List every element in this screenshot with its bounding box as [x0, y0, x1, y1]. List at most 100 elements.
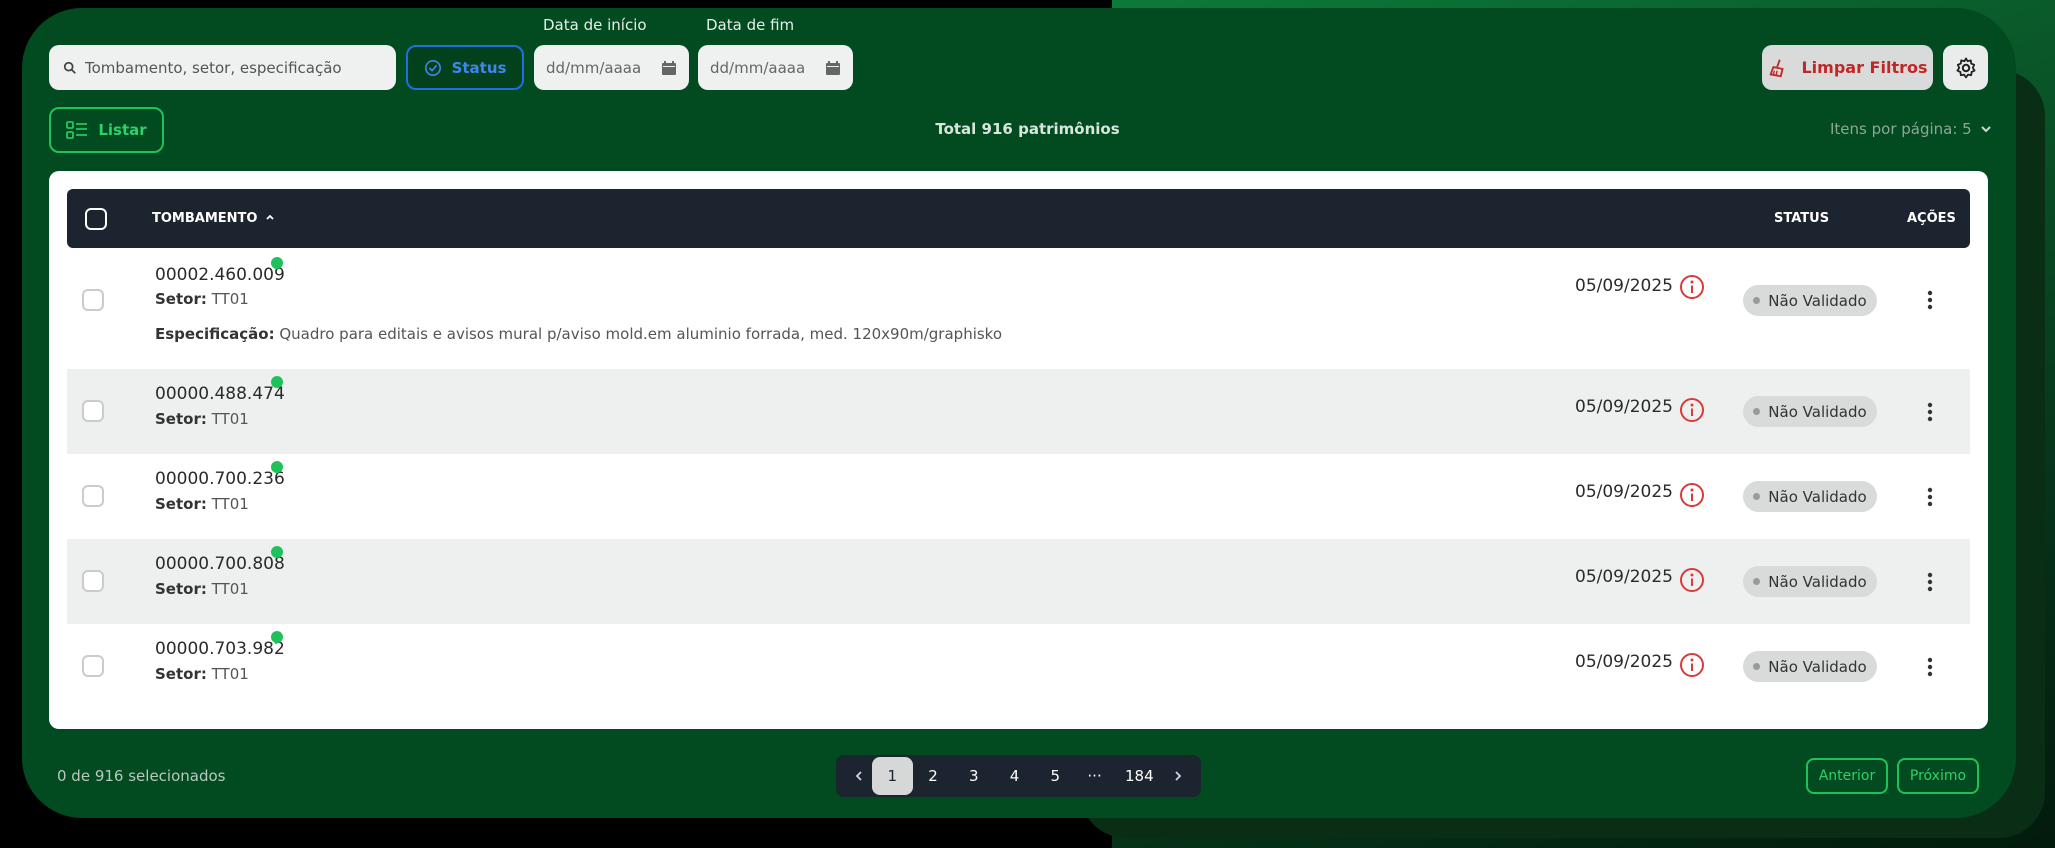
setor-value: TT01: [211, 290, 249, 308]
row-tombamento: 00000.703.982: [155, 639, 285, 659]
setor-label: Setor:: [155, 665, 207, 683]
row-date: 05/09/2025: [1575, 652, 1673, 672]
page-ellipsis: ···: [1087, 767, 1102, 785]
table-row[interactable]: 00000.703.982 Setor: TT01 05/09/2025 Não…: [67, 624, 1970, 709]
row-checkbox[interactable]: [82, 655, 104, 677]
chevron-right-icon: [1175, 771, 1182, 781]
header-tombamento-label: TOMBAMENTO: [152, 211, 258, 226]
badge-dot: [1753, 663, 1761, 670]
clear-filters-label: Limpar Filtros: [1801, 58, 1928, 77]
calendar-icon[interactable]: [661, 60, 677, 76]
pagination-prev[interactable]: [846, 757, 872, 795]
setor-value: TT01: [211, 410, 249, 428]
status-badge: Não Validado: [1743, 285, 1877, 316]
table-row[interactable]: 00000.700.808 Setor: TT01 05/09/2025 Não…: [67, 539, 1970, 624]
status-dot: [271, 546, 283, 558]
row-setor: Setor: TT01: [155, 495, 249, 513]
previous-button[interactable]: Anterior: [1806, 758, 1888, 794]
calendar-icon[interactable]: [825, 60, 841, 76]
date-start-input[interactable]: dd/mm/aaaa: [534, 45, 689, 90]
total-count: Total 916 patrimônios: [935, 120, 1120, 138]
items-per-page-select[interactable]: Itens por página: 5: [1830, 120, 1992, 138]
date-start-placeholder: dd/mm/aaaa: [546, 58, 642, 77]
chevron-down-icon: [1981, 126, 1991, 133]
table-row[interactable]: 00000.700.236 Setor: TT01 05/09/2025 Não…: [67, 454, 1970, 539]
header-actions: AÇÕES: [1907, 211, 1956, 226]
row-checkbox[interactable]: [82, 485, 104, 507]
items-per-page-label: Itens por página: 5: [1830, 120, 1972, 138]
row-setor: Setor: TT01: [155, 410, 249, 428]
status-badge-label: Não Validado: [1768, 291, 1867, 310]
more-options-icon[interactable]: [1927, 289, 1933, 311]
status-dot: [271, 376, 283, 388]
table-row[interactable]: 00002.460.009 Setor: TT01 Especificação:…: [67, 249, 1970, 351]
status-filter-label: Status: [451, 58, 507, 77]
status-dot: [271, 631, 283, 643]
page-button[interactable]: 5: [1035, 757, 1076, 795]
row-date: 05/09/2025: [1575, 276, 1673, 296]
row-checkbox[interactable]: [82, 289, 104, 311]
page-button[interactable]: 4: [994, 757, 1035, 795]
info-icon[interactable]: [1679, 274, 1705, 300]
info-icon[interactable]: [1679, 482, 1705, 508]
search-field[interactable]: [49, 45, 396, 90]
settings-button[interactable]: [1943, 45, 1988, 90]
date-end-label: Data de fim: [706, 16, 795, 34]
page-button[interactable]: 184: [1113, 757, 1165, 795]
status-badge: Não Validado: [1743, 651, 1877, 682]
row-tombamento: 00000.488.474: [155, 384, 285, 404]
row-tombamento: 00002.460.009: [155, 265, 285, 285]
check-circle-icon: [424, 59, 441, 76]
setor-label: Setor:: [155, 495, 207, 513]
more-options-icon[interactable]: [1927, 656, 1933, 678]
badge-dot: [1753, 408, 1761, 415]
date-end-input[interactable]: dd/mm/aaaa: [698, 45, 853, 90]
status-filter-button[interactable]: Status: [406, 45, 524, 90]
row-setor: Setor: TT01: [155, 580, 249, 598]
row-checkbox[interactable]: [82, 400, 104, 422]
header-status: STATUS: [1774, 211, 1830, 226]
page-button[interactable]: 2: [913, 757, 954, 795]
setor-value: TT01: [211, 580, 249, 598]
header-tombamento[interactable]: TOMBAMENTO: [152, 211, 275, 226]
info-icon[interactable]: [1679, 652, 1705, 678]
setor-label: Setor:: [155, 290, 207, 308]
clear-filters-button[interactable]: Limpar Filtros: [1762, 45, 1933, 90]
page-button[interactable]: 3: [953, 757, 994, 795]
status-badge-label: Não Validado: [1768, 402, 1867, 421]
setor-label: Setor:: [155, 410, 207, 428]
table-header: TOMBAMENTO STATUS AÇÕES: [67, 189, 1970, 248]
setor-value: TT01: [211, 665, 249, 683]
page-button[interactable]: 1: [871, 757, 913, 795]
date-end-placeholder: dd/mm/aaaa: [710, 58, 806, 77]
status-badge: Não Validado: [1743, 481, 1877, 512]
table-row[interactable]: 00000.488.474 Setor: TT01 05/09/2025 Não…: [67, 369, 1970, 454]
row-setor: Setor: TT01: [155, 290, 249, 308]
row-tombamento: 00000.700.808: [155, 554, 285, 574]
row-tombamento: 00000.700.236: [155, 469, 285, 489]
row-setor: Setor: TT01: [155, 665, 249, 683]
more-options-icon[interactable]: [1927, 401, 1933, 423]
pagination-next[interactable]: [1165, 757, 1191, 795]
next-button[interactable]: Próximo: [1897, 758, 1979, 794]
pagination: 1 2 3 4 5 ··· 184: [836, 755, 1201, 797]
more-options-icon[interactable]: [1927, 571, 1933, 593]
search-input[interactable]: [85, 58, 385, 77]
badge-dot: [1753, 297, 1761, 304]
info-icon[interactable]: [1679, 567, 1705, 593]
row-especificacao: Especificação: Quadro para editais e avi…: [155, 325, 1002, 343]
more-options-icon[interactable]: [1927, 486, 1933, 508]
sort-asc-icon: [266, 214, 275, 220]
status-badge-label: Não Validado: [1768, 572, 1867, 591]
search-icon: [63, 61, 76, 74]
status-badge-label: Não Validado: [1768, 487, 1867, 506]
row-date: 05/09/2025: [1575, 482, 1673, 502]
info-icon[interactable]: [1679, 397, 1705, 423]
row-checkbox[interactable]: [82, 570, 104, 592]
select-all-checkbox[interactable]: [85, 208, 107, 230]
selection-count: 0 de 916 selecionados: [57, 767, 226, 785]
row-date: 05/09/2025: [1575, 397, 1673, 417]
broom-icon: [1769, 58, 1785, 77]
status-dot: [271, 257, 283, 269]
status-dot: [271, 461, 283, 473]
